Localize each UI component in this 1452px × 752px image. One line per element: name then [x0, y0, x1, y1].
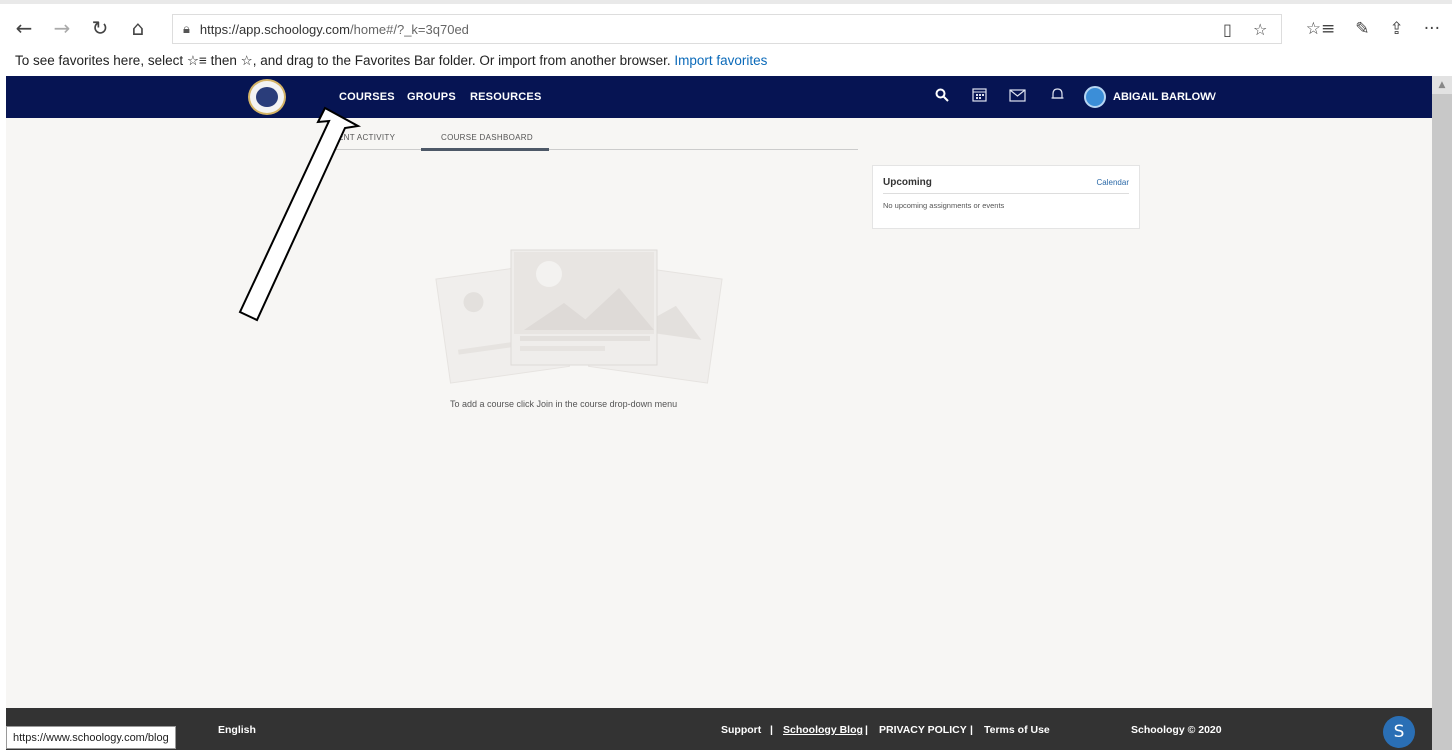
pen-icon[interactable]: ✎: [1355, 19, 1369, 39]
home-icon[interactable]: ⌂: [126, 16, 150, 40]
address-bar[interactable]: 🔒︎ https://app.schoology.com/home#/?_k=3…: [172, 14, 1282, 44]
mail-icon[interactable]: [1006, 86, 1028, 108]
refresh-icon[interactable]: ↻: [88, 16, 112, 40]
favorites-message: To see favorites here, select ☆≡ then ☆,…: [15, 53, 671, 68]
back-icon[interactable]: ←: [12, 16, 36, 40]
empty-state-message: To add a course click Join in the course…: [450, 399, 678, 409]
main-content: ENT ACTIVITY COURSE DASHBOARD Upcoming C…: [6, 118, 1432, 708]
tab-course-dashboard[interactable]: COURSE DASHBOARD: [441, 133, 533, 142]
upcoming-card: Upcoming Calendar No upcoming assignment…: [872, 165, 1140, 229]
reading-view-icon[interactable]: ▯: [1223, 20, 1232, 39]
page-footer: English Support | Schoology Blog | PRIVA…: [6, 708, 1432, 750]
share-icon[interactable]: ⇪: [1390, 19, 1404, 39]
annotation-arrow: [238, 106, 362, 322]
upcoming-divider: [883, 193, 1129, 194]
tabs-divider: [336, 149, 858, 150]
notifications-icon[interactable]: [1046, 86, 1068, 108]
page-scrollbar[interactable]: [1432, 76, 1452, 750]
scroll-up-icon[interactable]: ▲: [1432, 76, 1452, 94]
favorites-hub-icon[interactable]: ☆≡: [1306, 19, 1335, 39]
favorites-bar: To see favorites here, select ☆≡ then ☆,…: [0, 48, 1452, 76]
url-domain: https://app.schoology.com: [199, 21, 350, 37]
status-url-tooltip: https://www.schoology.com/blog: [6, 726, 176, 749]
privacy-link[interactable]: PRIVACY POLICY: [879, 708, 967, 750]
schoology-badge[interactable]: S: [1383, 716, 1415, 748]
nav-groups[interactable]: GROUPS: [407, 76, 456, 118]
user-name[interactable]: ABIGAIL BARLOW: [1113, 76, 1211, 118]
browser-actions: ☆≡ ✎ ⇪ ···: [1286, 14, 1440, 44]
favorite-star-icon[interactable]: ☆: [1253, 20, 1267, 39]
more-icon[interactable]: ···: [1424, 19, 1440, 39]
nav-resources[interactable]: RESOURCES: [470, 76, 541, 118]
blog-link[interactable]: Schoology Blog: [783, 708, 863, 750]
support-link[interactable]: Support: [721, 708, 761, 750]
url-path: /home#/?_k=3q70ed: [350, 21, 469, 37]
active-tab-indicator: [421, 148, 549, 151]
import-favorites-link[interactable]: Import favorites: [674, 53, 767, 68]
browser-toolbar: ← → ↻ ⌂ 🔒︎ https://app.schoology.com/hom…: [0, 0, 1452, 48]
footer-separator: |: [970, 724, 973, 736]
empty-courses-illustration: [435, 249, 723, 384]
lock-icon: 🔒︎: [183, 21, 190, 37]
forward-icon[interactable]: →: [50, 16, 74, 40]
terms-link[interactable]: Terms of Use: [984, 708, 1050, 750]
footer-separator: |: [865, 724, 868, 736]
upcoming-empty-text: No upcoming assignments or events: [883, 201, 1005, 210]
language-selector[interactable]: English: [218, 708, 256, 750]
upcoming-title: Upcoming: [883, 177, 932, 188]
chevron-down-icon[interactable]: ∨: [1208, 86, 1218, 108]
search-icon[interactable]: [931, 86, 953, 108]
user-avatar[interactable]: [1084, 86, 1106, 108]
calendar-icon[interactable]: [968, 86, 990, 108]
copyright-text: Schoology © 2020: [1131, 724, 1222, 736]
footer-separator: |: [770, 724, 773, 736]
app-header: COURSES GROUPS RESOURCES ABIGAIL BARLOW …: [6, 76, 1432, 118]
calendar-link[interactable]: Calendar: [1097, 178, 1129, 187]
